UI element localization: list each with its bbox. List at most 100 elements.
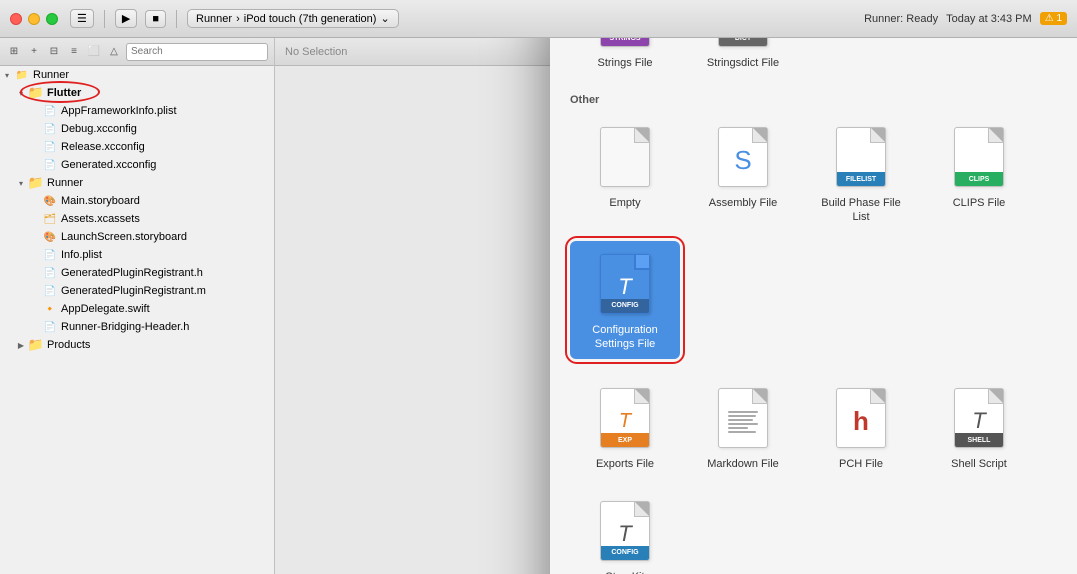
minimize-button[interactable] bbox=[28, 13, 40, 25]
line1 bbox=[728, 411, 758, 413]
sidebar-item-appdelegate[interactable]: ▶ 🔸 AppDelegate.swift bbox=[0, 300, 274, 318]
markdown-file-icon bbox=[713, 383, 773, 453]
run-button[interactable]: ▶ bbox=[115, 9, 137, 28]
sidebar-item-runner-root[interactable]: ▾ 📁 Runner bbox=[0, 66, 274, 84]
strings-file-label: Strings File bbox=[597, 56, 652, 70]
config-badge: CONFIG bbox=[601, 299, 649, 313]
folder-icon: 📁 bbox=[28, 175, 44, 191]
sidebar-toggle-button[interactable]: ☰ bbox=[70, 9, 94, 28]
storyboard-file-icon: 🎨 bbox=[42, 193, 58, 209]
xcassets-file-icon: 🗂 bbox=[42, 211, 58, 227]
assembly-file-icon: S bbox=[713, 122, 773, 192]
exports-file-icon: T EXP bbox=[595, 383, 655, 453]
swift-file-icon: 🔸 bbox=[42, 301, 58, 317]
shell-letter: T bbox=[972, 408, 985, 434]
status-time: Today at 3:43 PM bbox=[946, 13, 1032, 25]
sidebar-item-runner-group[interactable]: ▾ 📁 Runner bbox=[0, 174, 274, 192]
sidebar-nav-button[interactable]: ⊞ bbox=[6, 43, 22, 61]
doc-corner bbox=[989, 389, 1003, 403]
sidebar-item-label: Release.xcconfig bbox=[61, 141, 145, 153]
stop-button[interactable]: ■ bbox=[145, 10, 166, 28]
sidebar-item-launchscreen[interactable]: ▶ 🎨 LaunchScreen.storyboard bbox=[0, 228, 274, 246]
config-letter: T bbox=[618, 274, 631, 300]
line6 bbox=[728, 431, 756, 433]
sidebar-item-bridging-header[interactable]: ▶ 📄 Runner-Bridging-Header.h bbox=[0, 318, 274, 336]
plist-file-icon: 📄 bbox=[42, 103, 58, 119]
sidebar-sort-button[interactable]: ≡ bbox=[66, 43, 82, 61]
clips-badge: CLIPS bbox=[955, 172, 1003, 186]
sidebar-item-generatedpluginregistrant-h[interactable]: ▶ 📄 GeneratedPluginRegistrant.h bbox=[0, 264, 274, 282]
sidebar: ⊞ + ⊟ ≡ ⬜ △ ▾ 📁 Runner ▾ 📁 Flutter ▶ 📄 A… bbox=[0, 38, 275, 574]
sidebar-toolbar: ⊞ + ⊟ ≡ ⬜ △ bbox=[0, 38, 274, 66]
sidebar-expand-button[interactable]: ⬜ bbox=[86, 43, 102, 61]
sidebar-item-label: Products bbox=[47, 339, 90, 351]
file-item-build-phase-file-list[interactable]: FILELIST Build Phase File List bbox=[806, 114, 916, 233]
file-item-markdown[interactable]: Markdown File bbox=[688, 375, 798, 479]
folder-icon: 📁 bbox=[28, 85, 44, 101]
sidebar-search-input[interactable] bbox=[126, 43, 268, 61]
line3 bbox=[728, 419, 753, 421]
assembly-file-label: Assembly File bbox=[709, 196, 777, 210]
storekit-letter: T bbox=[618, 521, 631, 547]
other-section-header: Other bbox=[570, 94, 1057, 106]
sidebar-item-flutter[interactable]: ▾ 📁 Flutter bbox=[0, 84, 274, 102]
file-item-pch[interactable]: h PCH File bbox=[806, 375, 916, 479]
toolbar: ☰ ▶ ■ Runner › iPod touch (7th generatio… bbox=[70, 9, 399, 28]
doc-corner bbox=[635, 255, 649, 269]
scheme-selector[interactable]: Runner › iPod touch (7th generation) ⌄ bbox=[187, 9, 399, 28]
sidebar-item-release-xcconfig[interactable]: ▶ 📄 Release.xcconfig bbox=[0, 138, 274, 156]
doc-corner bbox=[753, 389, 767, 403]
file-item-configuration-settings[interactable]: T CONFIG Configuration Settings File bbox=[570, 241, 680, 360]
configuration-settings-file-icon: T CONFIG bbox=[595, 249, 655, 319]
dict-badge: DICT bbox=[719, 38, 767, 46]
file-item-clips[interactable]: CLIPS CLIPS File bbox=[924, 114, 1034, 233]
file-item-empty[interactable]: Empty bbox=[570, 114, 680, 233]
sidebar-item-assets-xcassets[interactable]: ▶ 🗂 Assets.xcassets bbox=[0, 210, 274, 228]
sidebar-item-info-plist[interactable]: ▶ 📄 Info.plist bbox=[0, 246, 274, 264]
file-item-stringsdict[interactable]: DICT Stringsdict File bbox=[688, 38, 798, 78]
shell-script-label: Shell Script bbox=[951, 457, 1007, 471]
sidebar-item-products[interactable]: ▶ 📁 Products bbox=[0, 336, 274, 354]
sidebar-item-label: Runner bbox=[33, 69, 69, 81]
clips-file-label: CLIPS File bbox=[953, 196, 1006, 210]
sidebar-item-label: GeneratedPluginRegistrant.h bbox=[61, 267, 203, 279]
storekit-file-icon: T CONFIG bbox=[595, 496, 655, 566]
assembly-letter: S bbox=[734, 145, 751, 176]
dialog-overlay: Choose a template for your new file: iOS… bbox=[550, 76, 1077, 574]
other-file-grid-2: T EXP Exports File bbox=[570, 375, 1057, 574]
stringsdict-file-label: Stringsdict File bbox=[707, 56, 779, 70]
xcconfig-file-icon: 📄 bbox=[42, 157, 58, 173]
sidebar-add-button[interactable]: + bbox=[26, 43, 42, 61]
pch-letter: h bbox=[853, 406, 869, 437]
sidebar-item-generated-xcconfig[interactable]: ▶ 📄 Generated.xcconfig bbox=[0, 156, 274, 174]
m-file-icon: 📄 bbox=[42, 283, 58, 299]
sidebar-filter-button[interactable]: ⊟ bbox=[46, 43, 62, 61]
xcconfig-file-icon: 📄 bbox=[42, 121, 58, 137]
doc-corner bbox=[635, 502, 649, 516]
markdown-file-label: Markdown File bbox=[707, 457, 779, 471]
doc-corner bbox=[989, 128, 1003, 142]
file-item-exports[interactable]: T EXP Exports File bbox=[570, 375, 680, 479]
no-selection-text: No Selection bbox=[285, 46, 347, 58]
sidebar-item-label: Info.plist bbox=[61, 249, 102, 261]
plist-file-icon: 📄 bbox=[42, 247, 58, 263]
file-item-strings[interactable]: STRINGS Strings File bbox=[570, 38, 680, 78]
doc-corner bbox=[753, 128, 767, 142]
file-item-shell-script[interactable]: T SHELL Shell Script bbox=[924, 375, 1034, 479]
file-item-storekit[interactable]: T CONFIG StoreKit Configuration File bbox=[570, 488, 680, 574]
exports-file-label: Exports File bbox=[596, 457, 654, 471]
sidebar-item-main-storyboard[interactable]: ▶ 🎨 Main.storyboard bbox=[0, 192, 274, 210]
sidebar-item-generatedpluginregistrant-m[interactable]: ▶ 📄 GeneratedPluginRegistrant.m bbox=[0, 282, 274, 300]
fullscreen-button[interactable] bbox=[46, 13, 58, 25]
doc-corner bbox=[635, 389, 649, 403]
scheme-label: Runner bbox=[196, 13, 232, 25]
sidebar-item-appframeworkinfo[interactable]: ▶ 📄 AppFrameworkInfo.plist bbox=[0, 102, 274, 120]
sidebar-warning-button[interactable]: △ bbox=[106, 43, 122, 61]
empty-file-icon bbox=[595, 122, 655, 192]
dialog-content: Resource STRINGS Strings File bbox=[550, 38, 1077, 574]
sidebar-item-debug-xcconfig[interactable]: ▶ 📄 Debug.xcconfig bbox=[0, 120, 274, 138]
sidebar-item-label: LaunchScreen.storyboard bbox=[61, 231, 187, 243]
close-button[interactable] bbox=[10, 13, 22, 25]
strings-badge: STRINGS bbox=[601, 38, 649, 46]
file-item-assembly[interactable]: S Assembly File bbox=[688, 114, 798, 233]
